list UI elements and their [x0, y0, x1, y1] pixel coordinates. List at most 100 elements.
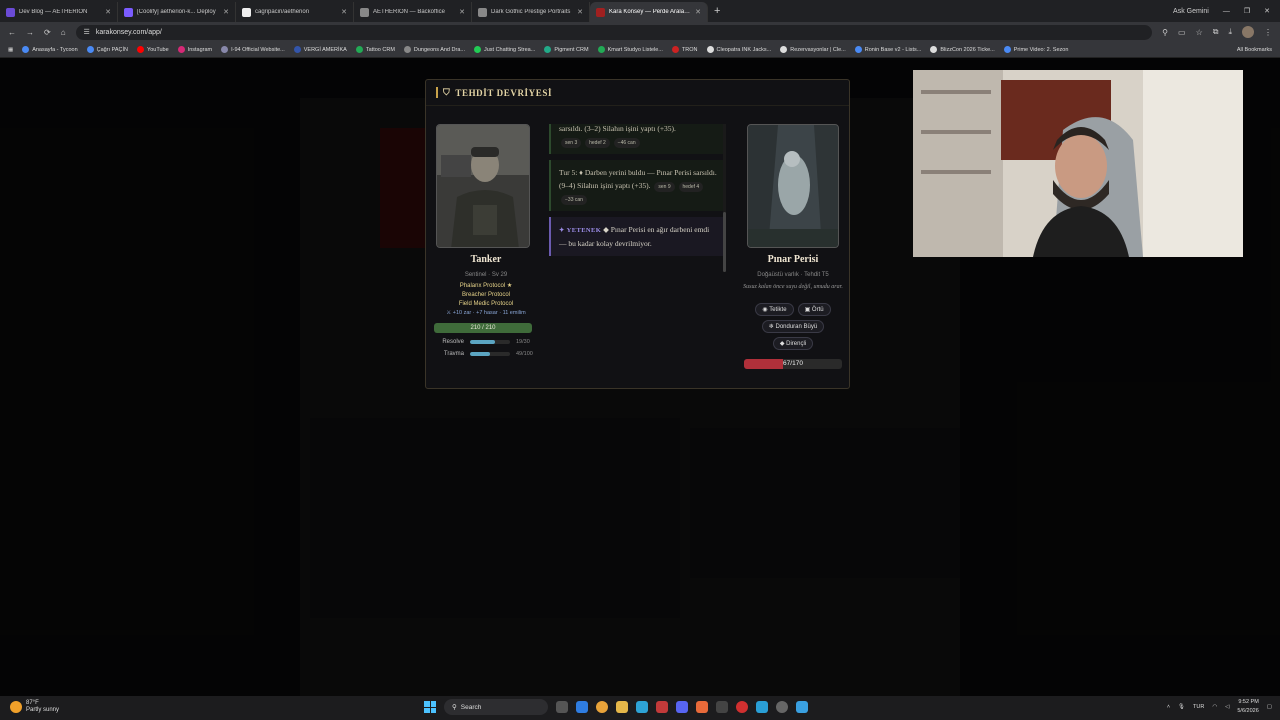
bookmark-item[interactable]: Cleopatra INK Jacks...: [706, 46, 771, 53]
new-tab-button[interactable]: +: [708, 5, 726, 17]
target-chip: hedef 2: [585, 138, 610, 148]
url-input[interactable]: ☰ karakonsey.com/app/: [75, 24, 1153, 40]
bookmark-item[interactable]: TRON: [671, 46, 698, 53]
home-icon[interactable]: ⌂: [61, 28, 66, 37]
site-info-icon[interactable]: ☰: [84, 28, 90, 36]
target-chip: hedef 4: [678, 182, 704, 192]
tab-close-icon[interactable]: ✕: [695, 8, 701, 16]
close-window-icon[interactable]: ✕: [1264, 7, 1270, 15]
browser-tab[interactable]: Kara Konsey — Perde Aralandı ✕: [590, 2, 708, 22]
skype-icon[interactable]: [636, 701, 648, 713]
notepad-icon[interactable]: [796, 701, 808, 713]
extensions-icon[interactable]: ⧉: [1213, 27, 1219, 37]
tab-close-icon[interactable]: ✕: [341, 8, 347, 16]
browser-tab[interactable]: Dev Blog — AETHERION ✕: [0, 2, 118, 22]
task-view-icon[interactable]: [556, 701, 568, 713]
enemy-hp-bar: 67/170: [744, 359, 842, 369]
menu-icon[interactable]: ⋮: [1264, 28, 1272, 37]
start-icon[interactable]: [424, 701, 436, 713]
reload-icon[interactable]: ⟳: [44, 28, 51, 37]
lang-indicator[interactable]: TUR: [1193, 704, 1204, 710]
bookmark-item[interactable]: Tattoo CRM: [355, 46, 395, 53]
notifications-icon[interactable]: ▢: [1267, 704, 1272, 710]
discord-icon[interactable]: [676, 701, 688, 713]
browser-tab[interactable]: [Coolify] aetherion-k... Deploy ✕: [118, 2, 236, 22]
avatar[interactable]: [1242, 26, 1254, 38]
bookmark-item[interactable]: YouTube: [137, 46, 169, 53]
back-icon[interactable]: ←: [8, 28, 16, 37]
weather-widget[interactable]: 87°F Partly sunny: [10, 700, 59, 714]
player-class-level: Sentinel · Sv 29: [464, 272, 508, 278]
bookmark-label: Pigment CRM: [554, 46, 589, 53]
combat-log[interactable]: sarsıldı. (3–2) Silahın işini yaptı (+35…: [549, 124, 725, 272]
bookmark-item[interactable]: Kmart Studyo Listele...: [597, 46, 663, 53]
tab-favicon-icon: [478, 7, 487, 17]
obs-icon[interactable]: [776, 701, 788, 713]
bookmark-label: Kmart Studyo Listele...: [607, 46, 663, 53]
edge-icon[interactable]: [576, 701, 588, 713]
trait-alert-badge[interactable]: ◉ Tetikte: [755, 303, 794, 316]
trait-resistant-badge[interactable]: ◆ Dirençli: [772, 337, 814, 350]
bookmark-item[interactable]: Dungeons And Dra...: [403, 46, 465, 53]
bookmark-item[interactable]: Just Chatting Strea...: [473, 46, 535, 53]
bookmark-favicon-icon: [544, 46, 552, 53]
tab-close-icon[interactable]: ✕: [577, 8, 583, 16]
trait-cover-badge[interactable]: ▣ Örtü: [797, 303, 831, 316]
recorder-icon[interactable]: [736, 701, 748, 713]
modal-title: TEHDİT DEVRİYESİ: [455, 87, 553, 98]
bookmark-item[interactable]: Pigment CRM: [544, 46, 589, 53]
file-explorer-icon[interactable]: [616, 701, 628, 713]
tab-favicon-icon: [242, 7, 251, 17]
tab-favicon-icon: [6, 7, 15, 17]
bookmark-item[interactable]: VERGİ AMERİKA: [293, 46, 347, 53]
bookmark-item[interactable]: Rezervasyonlar | Cle...: [780, 46, 846, 53]
threat-patrol-modal: ⛉ TEHDİT DEVRİYESİ Tanker Sentinel · Sv …: [425, 79, 850, 389]
taskbar-search[interactable]: ⚲ Search: [444, 699, 548, 715]
protocol-1: Phalanx Protocol ★: [459, 283, 513, 289]
combat-log-scrollbar[interactable]: [723, 124, 726, 272]
bookmark-item[interactable]: Çağrı PAÇİN: [86, 46, 128, 53]
browser-tab[interactable]: cagripacin/aetherion ✕: [236, 2, 354, 22]
tab-close-icon[interactable]: ✕: [105, 8, 111, 16]
search-icon: ⚲: [452, 704, 457, 711]
mic-icon[interactable]: 🎙: [1178, 704, 1185, 710]
bookmark-label: Prime Video: 2. Sezon: [1013, 46, 1069, 53]
browser-tab[interactable]: AETHERION — Backoffice ✕: [354, 2, 472, 22]
bookmark-star-icon[interactable]: ☆: [1196, 28, 1203, 37]
telegram-icon[interactable]: [756, 701, 768, 713]
cast-icon[interactable]: ▭: [1178, 28, 1186, 37]
bookmark-item[interactable]: BlizzCon 2026 Ticke...: [930, 46, 995, 53]
bookmark-favicon-icon: [930, 46, 938, 53]
wifi-icon[interactable]: ◠: [1212, 704, 1217, 710]
restore-icon[interactable]: ❐: [1244, 7, 1250, 15]
bookmark-item[interactable]: Instagram: [177, 46, 212, 53]
forward-icon[interactable]: →: [26, 28, 34, 37]
tray-chevron-icon[interactable]: ˄: [1167, 704, 1170, 710]
chrome-icon[interactable]: [596, 701, 608, 713]
media-app-icon[interactable]: [656, 701, 668, 713]
bookmarks-bar: ▦ Anasayfa - Tycoon Çağrı PAÇİN YouTube Ins…: [0, 42, 1280, 58]
apps-icon[interactable]: ▦: [8, 47, 13, 53]
all-bookmarks-link[interactable]: All Bookmarks: [1237, 47, 1272, 53]
tab-close-icon[interactable]: ✕: [459, 8, 465, 16]
volume-icon[interactable]: ◁: [1225, 704, 1229, 710]
bookmark-item[interactable]: Anasayfa - Tycoon: [22, 46, 78, 53]
zoom-icon[interactable]: ⚲: [1162, 28, 1168, 37]
webcam-feed-image: [913, 70, 1243, 257]
clock[interactable]: 9:52 PM 5/6/2026: [1237, 698, 1258, 716]
trait-freezing-spell-badge[interactable]: ❄ Donduran Büyü: [761, 320, 825, 333]
weather-temp: 87°F: [26, 700, 39, 706]
bookmark-favicon-icon: [177, 46, 185, 53]
minimize-icon[interactable]: —: [1223, 8, 1230, 15]
tab-title: cagripacin/aetherion: [255, 9, 310, 15]
app-icon[interactable]: [696, 701, 708, 713]
terminal-icon[interactable]: [716, 701, 728, 713]
ask-gemini-button[interactable]: Ask Gemini: [1173, 8, 1209, 15]
downloads-icon[interactable]: ⤓: [1228, 27, 1232, 37]
browser-tab[interactable]: Dark Gothic Prestige Portraits ✕: [472, 2, 590, 22]
scrollbar-thumb[interactable]: [723, 212, 726, 272]
tab-close-icon[interactable]: ✕: [223, 8, 229, 16]
bookmark-item[interactable]: Prime Video: 2. Sezon: [1003, 46, 1069, 53]
bookmark-item[interactable]: Ronin Base v2 - Lists...: [854, 46, 921, 53]
bookmark-item[interactable]: I-94 Official Website...: [221, 46, 285, 53]
